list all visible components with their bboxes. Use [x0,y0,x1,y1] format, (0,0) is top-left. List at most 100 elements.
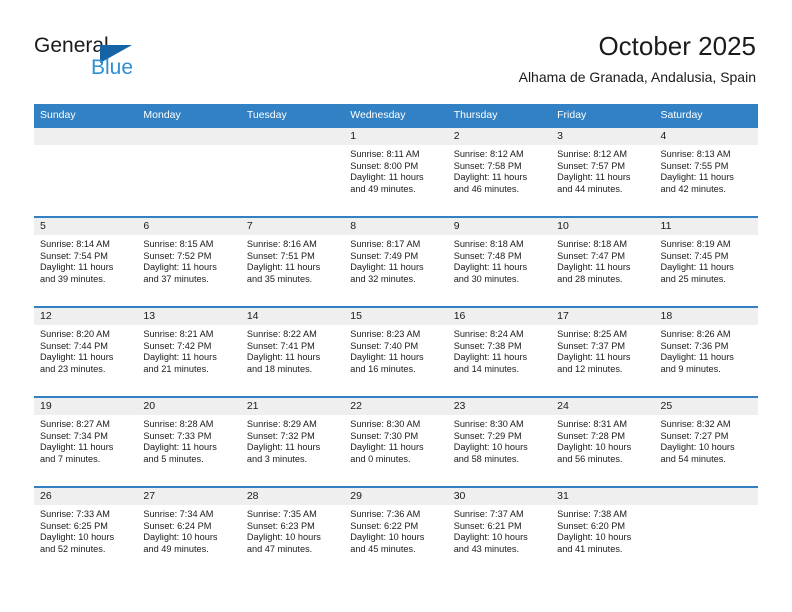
day-cell-inner: 22 Sunrise: 8:30 AM Sunset: 7:30 PM Dayligh… [344,398,448,486]
day-daylight-line1-text: Daylight: 10 hours [660,442,735,453]
day-sunrise-text: Sunrise: 8:20 AM [40,329,110,339]
day-number: 11 [654,218,758,235]
day-cell-inner: 2 Sunrise: 8:12 AM Sunset: 7:58 PM Daylight… [447,128,552,216]
calendar-day-cell[interactable]: 5 Sunrise: 8:14 AM Sunset: 7:54 PM Daylight… [34,216,138,307]
day-cell-inner: 21 Sunrise: 8:29 AM Sunset: 7:32 PM Dayligh… [240,398,345,486]
weekday-header-tuesday: Tuesday [240,104,345,127]
day-number: 16 [447,308,552,325]
day-sunset-text: Sunset: 7:57 PM [557,160,626,171]
day-sunset-text: Sunset: 7:33 PM [143,430,212,441]
calendar-day-cell[interactable]: 7 Sunrise: 8:16 AM Sunset: 7:51 PM Daylight… [240,216,345,307]
calendar-day-cell[interactable]: 1 Sunrise: 8:11 AM Sunset: 8:00 PM Daylight… [344,126,448,217]
calendar-day-cell[interactable]: 9 Sunrise: 8:18 AM Sunset: 7:48 PM Daylight… [447,216,552,307]
day-cell-inner: 17 Sunrise: 8:25 AM Sunset: 7:37 PM Dayligh… [551,308,655,396]
calendar-week-row: 12 Sunrise: 8:20 AM Sunset: 7:44 PM Dayligh… [34,306,758,397]
day-sunrise-text: Sunrise: 8:23 AM [350,329,421,339]
day-sunset-text: Sunset: 7:41 PM [246,340,315,351]
day-cell-inner: 23 Sunrise: 8:30 AM Sunset: 7:29 PM Dayligh… [447,398,552,486]
calendar-day-cell[interactable]: 29 Sunrise: 7:36 AM Sunset: 6:22 PM Dayligh… [344,486,448,576]
day-daylight-line1-text: Daylight: 11 hours [350,352,424,363]
day-daylight-line1-text: Daylight: 10 hours [40,532,115,543]
logo-text-blue: Blue [91,56,134,79]
day-daylight-line1-text: Daylight: 11 hours [453,262,528,273]
calendar-day-cell[interactable]: 13 Sunrise: 8:21 AM Sunset: 7:42 PM Dayligh… [137,306,241,397]
day-cell-inner: 14 Sunrise: 8:22 AM Sunset: 7:41 PM Dayligh… [240,308,345,396]
day-sunrise-text: Sunrise: 7:38 AM [557,509,628,519]
day-sunrise-text: Sunrise: 8:14 AM [40,239,110,249]
calendar-day-cell[interactable]: 19 Sunrise: 8:27 AM Sunset: 7:34 PM Dayligh… [34,396,138,487]
calendar-header-row: Sunday Monday Tuesday Wednesday Thursday… [34,104,758,127]
calendar-day-cell[interactable]: 17 Sunrise: 8:25 AM Sunset: 7:37 PM Dayligh… [551,306,655,397]
calendar-day-cell[interactable]: 15 Sunrise: 8:23 AM Sunset: 7:40 PM Dayligh… [344,306,448,397]
day-sunset-text: Sunset: 6:25 PM [40,520,108,531]
page-subtitle: Alhama de Granada, Andalusia, Spain [518,69,756,85]
logo-text-general: General [34,34,109,57]
day-sunset-text: Sunset: 7:37 PM [557,340,626,351]
day-daylight-line1-text: Daylight: 10 hours [246,532,321,543]
day-daylight-line1-text: Daylight: 11 hours [143,442,217,453]
calendar-day-cell[interactable]: 12 Sunrise: 8:20 AM Sunset: 7:44 PM Dayligh… [34,306,138,397]
calendar-day-cell[interactable]: 22 Sunrise: 8:30 AM Sunset: 7:30 PM Dayligh… [344,396,448,487]
day-number: 3 [551,128,655,145]
day-sunset-text: Sunset: 7:45 PM [660,250,729,261]
day-daylight-line1-text: Daylight: 11 hours [350,442,424,453]
day-details: Sunrise: 8:32 AM Sunset: 7:27 PM Daylight:… [655,415,758,465]
calendar-day-cell[interactable]: 11 Sunrise: 8:19 AM Sunset: 7:45 PM Dayligh… [654,216,758,307]
day-sunset-text: Sunset: 6:22 PM [350,520,419,531]
day-details: Sunrise: 7:38 AM Sunset: 6:20 PM Daylight:… [551,505,654,555]
day-details: Sunrise: 8:21 AM Sunset: 7:42 PM Daylight:… [137,325,240,375]
calendar-day-cell[interactable]: 27 Sunrise: 7:34 AM Sunset: 6:24 PM Dayligh… [137,486,241,576]
calendar-day-cell[interactable]: 24 Sunrise: 8:31 AM Sunset: 7:28 PM Dayligh… [551,396,655,487]
day-details: Sunrise: 8:20 AM Sunset: 7:44 PM Daylight:… [34,325,137,375]
calendar-day-cell[interactable]: 23 Sunrise: 8:30 AM Sunset: 7:29 PM Dayligh… [447,396,552,487]
day-daylight-line2-text: and 45 minutes. [350,543,416,554]
day-daylight-line1-text: Daylight: 11 hours [350,172,424,183]
weekday-header-monday: Monday [137,104,241,127]
calendar-day-cell[interactable]: 30 Sunrise: 7:37 AM Sunset: 6:21 PM Dayligh… [447,486,552,576]
generalblue-logo[interactable]: General Blue [34,34,214,86]
calendar-day-cell[interactable]: 4 Sunrise: 8:13 AM Sunset: 7:55 PM Daylight… [654,126,758,217]
calendar-day-cell[interactable]: 8 Sunrise: 8:17 AM Sunset: 7:49 PM Daylight… [344,216,448,307]
day-number [34,128,138,145]
day-number: 7 [240,218,345,235]
day-daylight-line1-text: Daylight: 11 hours [350,262,424,273]
calendar-day-cell[interactable]: 28 Sunrise: 7:35 AM Sunset: 6:23 PM Dayligh… [240,486,345,576]
day-details: Sunrise: 8:15 AM Sunset: 7:52 PM Daylight:… [137,235,240,285]
calendar-day-cell[interactable]: 3 Sunrise: 8:12 AM Sunset: 7:57 PM Daylight… [551,126,655,217]
day-number: 20 [137,398,241,415]
calendar-day-cell[interactable]: 16 Sunrise: 8:24 AM Sunset: 7:38 PM Dayligh… [447,306,552,397]
calendar-day-cell[interactable]: 2 Sunrise: 8:12 AM Sunset: 7:58 PM Daylight… [447,126,552,217]
day-sunrise-text: Sunrise: 8:12 AM [453,149,524,159]
day-daylight-line2-text: and 47 minutes. [246,543,313,554]
calendar-day-cell[interactable]: 18 Sunrise: 8:26 AM Sunset: 7:36 PM Dayligh… [654,306,758,397]
day-sunset-text: Sunset: 7:27 PM [660,430,729,441]
calendar-day-cell[interactable]: 31 Sunrise: 7:38 AM Sunset: 6:20 PM Dayligh… [551,486,655,576]
day-sunrise-text: Sunrise: 8:24 AM [453,329,524,339]
day-daylight-line1-text: Daylight: 11 hours [557,262,631,273]
day-daylight-line2-text: and 35 minutes. [246,273,313,284]
day-daylight-line1-text: Daylight: 11 hours [40,352,114,363]
day-cell-inner: 29 Sunrise: 7:36 AM Sunset: 6:22 PM Dayligh… [344,488,448,576]
day-number: 10 [551,218,655,235]
day-daylight-line1-text: Daylight: 11 hours [143,352,217,363]
calendar-day-cell[interactable]: 14 Sunrise: 8:22 AM Sunset: 7:41 PM Dayligh… [240,306,345,397]
calendar-day-cell[interactable]: 20 Sunrise: 8:28 AM Sunset: 7:33 PM Dayligh… [137,396,241,487]
day-details: Sunrise: 7:33 AM Sunset: 6:25 PM Daylight:… [34,505,137,555]
day-sunrise-text: Sunrise: 8:19 AM [660,239,731,249]
day-cell-inner: 7 Sunrise: 8:16 AM Sunset: 7:51 PM Daylight… [240,218,345,306]
day-number: 13 [137,308,241,325]
day-sunset-text: Sunset: 7:29 PM [453,430,522,441]
day-cell-inner [34,128,138,216]
day-daylight-line1-text: Daylight: 11 hours [40,262,114,273]
calendar-day-cell[interactable]: 26 Sunrise: 7:33 AM Sunset: 6:25 PM Dayligh… [34,486,138,576]
day-details: Sunrise: 8:18 AM Sunset: 7:47 PM Daylight:… [551,235,654,285]
calendar-day-cell[interactable]: 10 Sunrise: 8:18 AM Sunset: 7:47 PM Dayligh… [551,216,655,307]
day-number [240,128,345,145]
day-cell-inner: 1 Sunrise: 8:11 AM Sunset: 8:00 PM Daylight… [344,128,448,216]
day-sunset-text: Sunset: 7:54 PM [40,250,108,261]
day-details: Sunrise: 8:19 AM Sunset: 7:45 PM Daylight:… [655,235,758,285]
calendar-day-cell[interactable]: 21 Sunrise: 8:29 AM Sunset: 7:32 PM Dayligh… [240,396,345,487]
calendar-day-cell[interactable]: 6 Sunrise: 8:15 AM Sunset: 7:52 PM Daylight… [137,216,241,307]
day-daylight-line2-text: and 54 minutes. [660,453,726,464]
calendar-day-cell[interactable]: 25 Sunrise: 8:32 AM Sunset: 7:27 PM Dayligh… [654,396,758,487]
